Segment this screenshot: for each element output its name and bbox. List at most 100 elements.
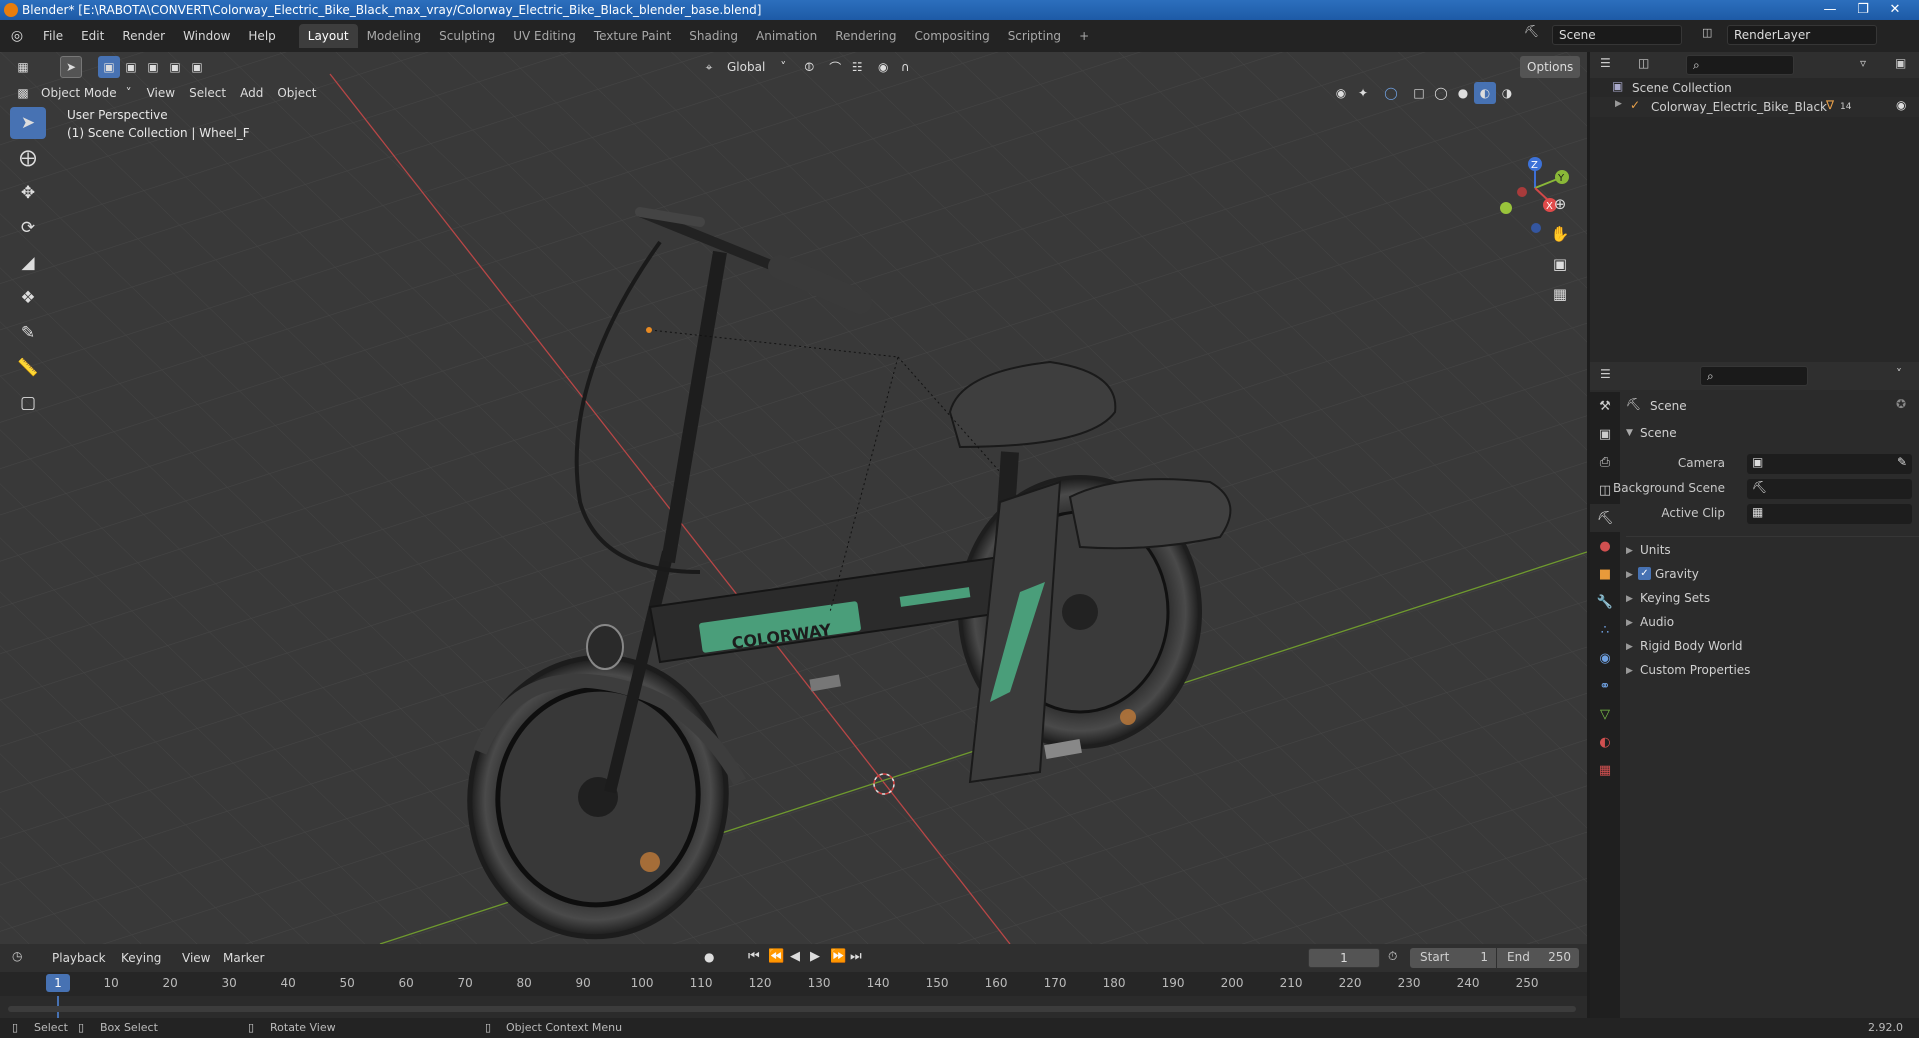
new-collection-icon[interactable]: ▣	[1895, 56, 1906, 70]
annotate-tool-icon[interactable]: ✎	[10, 317, 46, 349]
texture-tab-icon[interactable]: ▦	[1590, 756, 1620, 784]
timeline-scrollbar[interactable]	[8, 1006, 1576, 1012]
tab-animation[interactable]: Animation	[747, 24, 826, 48]
display-mode-icon[interactable]: ◫	[1638, 56, 1649, 70]
expand-icon[interactable]: ▶	[1626, 570, 1633, 580]
properties-search-input[interactable]: ⌕	[1700, 366, 1808, 386]
units-panel-header[interactable]: Units	[1640, 543, 1671, 557]
minimize-icon[interactable]: —	[1815, 0, 1845, 20]
blender-menu-icon[interactable]: ◎	[0, 28, 34, 44]
scale-tool-icon[interactable]: ◢	[10, 247, 46, 279]
select-box-tool-icon[interactable]: ➤	[10, 107, 46, 139]
select-subtract-icon[interactable]: ▣	[142, 56, 164, 78]
background-scene-field[interactable]: ⛏	[1747, 479, 1912, 499]
expand-icon[interactable]: ▶	[1626, 594, 1633, 604]
pivot-point-icon[interactable]: ⦷	[798, 56, 820, 78]
scene-selector[interactable]: Scene	[1552, 25, 1682, 45]
expand-icon[interactable]: ▶	[1626, 618, 1633, 628]
chevron-down-icon[interactable]: ˅	[1896, 367, 1902, 381]
tab-uv-editing[interactable]: UV Editing	[504, 24, 585, 48]
editor-type-icon[interactable]: ▦	[12, 56, 34, 78]
particles-tab-icon[interactable]: ∴	[1590, 616, 1620, 644]
expand-icon[interactable]: ▶	[1615, 99, 1622, 109]
transform-orientation-dropdown[interactable]: Global	[720, 56, 772, 78]
outliner-item-name[interactable]: Colorway_Electric_Bike_Black	[1651, 100, 1827, 114]
object-tab-icon[interactable]: ■	[1590, 560, 1620, 588]
rigid-body-world-panel-header[interactable]: Rigid Body World	[1640, 639, 1743, 653]
eyedropper-icon[interactable]: ✎	[1897, 455, 1907, 469]
measure-tool-icon[interactable]: 📏	[10, 352, 46, 384]
properties-editor-icon[interactable]: ☰	[1600, 367, 1611, 381]
menu-file[interactable]: File	[34, 24, 72, 48]
tab-shading[interactable]: Shading	[680, 24, 747, 48]
tab-compositing[interactable]: Compositing	[905, 24, 998, 48]
transform-tool-icon[interactable]: ❖	[10, 282, 46, 314]
scene-collection-label[interactable]: Scene Collection	[1632, 81, 1732, 95]
camera-field[interactable]: ▣ ✎	[1747, 454, 1912, 474]
select-difference-icon[interactable]: ▣	[164, 56, 186, 78]
start-frame-field[interactable]: Start 1	[1410, 948, 1496, 968]
expand-icon[interactable]: ▶	[1626, 546, 1633, 556]
tool-tab-icon[interactable]: ⚒	[1590, 392, 1620, 420]
gravity-checkbox[interactable]: ✓	[1638, 567, 1651, 580]
jump-end-icon[interactable]: ⏭	[850, 949, 862, 964]
object-mode-dropdown[interactable]: Object Mode	[34, 82, 124, 104]
menu-edit[interactable]: Edit	[72, 24, 113, 48]
rendered-shading-icon[interactable]: ◑	[1496, 82, 1518, 104]
select-tool-icon[interactable]: ➤	[60, 56, 82, 78]
camera-view-icon[interactable]: ▣	[1546, 250, 1574, 278]
snap-icon[interactable]: ⌒	[824, 56, 846, 78]
world-tab-icon[interactable]: ●	[1590, 532, 1620, 560]
pan-hand-icon[interactable]: ✋	[1546, 220, 1574, 248]
solid-shading-icon[interactable]: ●	[1452, 82, 1474, 104]
data-tab-icon[interactable]: ▽	[1590, 700, 1620, 728]
tab-layout[interactable]: Layout	[298, 24, 358, 48]
menu-keying[interactable]: Keying	[114, 947, 168, 969]
menu-window[interactable]: Window	[174, 24, 239, 48]
material-shading-icon[interactable]: ◐	[1474, 82, 1496, 104]
menu-help[interactable]: Help	[239, 24, 284, 48]
menu-marker[interactable]: Marker	[216, 947, 271, 969]
filter-icon[interactable]: ▿	[1860, 56, 1866, 70]
scene-icon[interactable]: ⛏	[1524, 24, 1539, 38]
falloff-icon[interactable]: ∩	[894, 56, 916, 78]
play-reverse-icon[interactable]: ◀	[790, 949, 800, 964]
menu-view[interactable]: View	[140, 82, 182, 104]
jump-start-icon[interactable]: ⏮	[748, 949, 760, 964]
physics-tab-icon[interactable]: ◉	[1590, 644, 1620, 672]
outliner-search-input[interactable]: ⌕	[1686, 55, 1794, 75]
menu-add[interactable]: Add	[233, 82, 270, 104]
outliner-row[interactable]: ▶ ✓ Colorway_Electric_Bike_Black ∇ 14 ◉	[1590, 97, 1919, 117]
tab-modeling[interactable]: Modeling	[358, 24, 431, 48]
end-frame-field[interactable]: End 250	[1497, 948, 1579, 968]
wireframe-shading-icon[interactable]: ◯	[1430, 82, 1452, 104]
play-icon[interactable]: ▶	[810, 949, 820, 964]
xray-toggle-icon[interactable]: □	[1408, 82, 1430, 104]
modifier-tab-icon[interactable]: 🔧	[1590, 588, 1620, 616]
tab-scripting[interactable]: Scripting	[999, 24, 1070, 48]
collapse-icon[interactable]: ▼	[1626, 428, 1633, 438]
zoom-icon[interactable]: ⊕	[1546, 190, 1574, 218]
menu-render[interactable]: Render	[113, 24, 174, 48]
menu-select[interactable]: Select	[182, 82, 233, 104]
timeline-editor-icon[interactable]: ◷	[12, 949, 22, 963]
current-frame-field[interactable]: 1	[1308, 948, 1380, 968]
outliner-editor-icon[interactable]: ☰	[1600, 56, 1611, 70]
proportional-editing-icon[interactable]: ◉	[872, 56, 894, 78]
active-clip-field[interactable]: ▦	[1747, 504, 1912, 524]
add-cube-tool-icon[interactable]: ▢	[10, 387, 46, 419]
prev-keyframe-icon[interactable]: ⏪	[768, 949, 784, 964]
select-new-icon[interactable]: ▣	[98, 56, 120, 78]
gravity-panel-header[interactable]: Gravity	[1655, 567, 1699, 581]
expand-icon[interactable]: ▶	[1626, 642, 1633, 652]
next-keyframe-icon[interactable]: ⏩	[830, 949, 846, 964]
render-layer-selector[interactable]: RenderLayer	[1727, 25, 1877, 45]
material-tab-icon[interactable]: ◐	[1590, 728, 1620, 756]
tab-rendering[interactable]: Rendering	[826, 24, 905, 48]
select-intersect-icon[interactable]: ▣	[186, 56, 208, 78]
visibility-eye-icon[interactable]: ◉	[1896, 98, 1906, 112]
expand-icon[interactable]: ▶	[1626, 666, 1633, 676]
close-icon[interactable]: ✕	[1880, 0, 1910, 20]
tab-sculpting[interactable]: Sculpting	[430, 24, 504, 48]
3d-viewport[interactable]: COLORWAY Z Y X ▦ ➤ ▣ ▣ ▣ ▣ ▣ ⌖ Global ˅ …	[0, 52, 1587, 944]
